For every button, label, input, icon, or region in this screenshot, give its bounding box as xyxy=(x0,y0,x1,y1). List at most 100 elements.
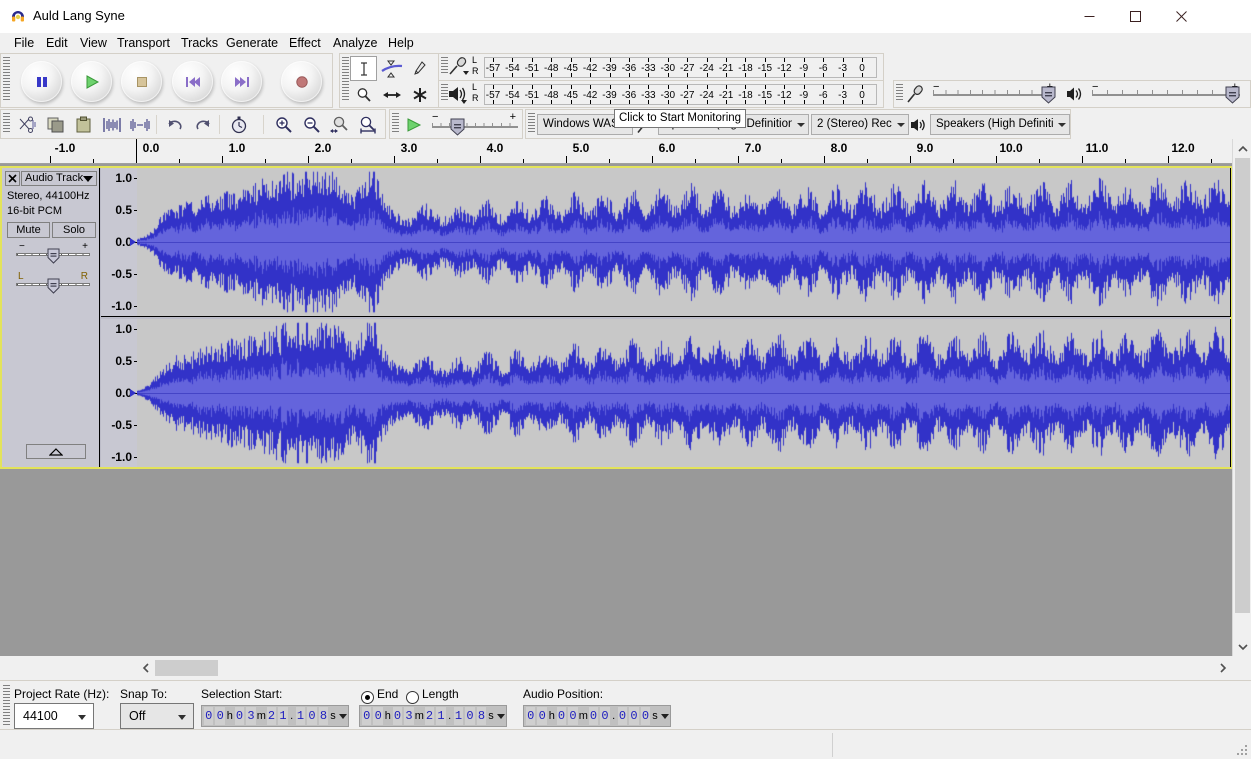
toolbar-grip[interactable] xyxy=(3,113,10,133)
time-digit[interactable]: 1 xyxy=(278,707,288,725)
scroll-down-button[interactable] xyxy=(1233,637,1251,656)
copy-button[interactable] xyxy=(43,113,68,136)
project-rate-combo[interactable]: 44100 xyxy=(14,703,94,729)
scroll-up-button[interactable] xyxy=(1233,139,1251,158)
toolbar-grip[interactable] xyxy=(528,113,535,133)
time-digit[interactable]: 0 xyxy=(465,707,475,725)
playback-volume-slider[interactable]: − + xyxy=(1090,81,1246,107)
selection-start-field[interactable]: 00h03m21.108s xyxy=(201,705,349,727)
undo-button[interactable] xyxy=(162,113,187,136)
menu-item-view[interactable]: View xyxy=(74,33,113,53)
time-digit[interactable]: 0 xyxy=(362,707,372,725)
time-digit[interactable]: 1 xyxy=(295,707,306,725)
record-meter-bar[interactable]: -57 -54 -51 -48 -45 -42 -39 -36 -33 -30 -27 -24 -21-… xyxy=(484,57,877,78)
time-digit[interactable]: 1 xyxy=(453,707,464,725)
horizontal-scrollbar-thumb[interactable] xyxy=(155,660,218,676)
maximize-button[interactable] xyxy=(1112,0,1158,33)
multi-tool[interactable] xyxy=(406,82,433,107)
solo-button[interactable]: Solo xyxy=(52,222,96,238)
recording-meter-toolbar[interactable]: L R -57 -54 -51 -48 -45 -42 -39 -36 -33 -30 -27 -24… xyxy=(438,53,884,81)
track-name-dropdown[interactable]: Audio Track xyxy=(21,171,97,186)
time-digit[interactable]: 8 xyxy=(476,707,487,725)
stop-button[interactable] xyxy=(121,61,162,102)
toolbar-grip[interactable] xyxy=(896,84,903,102)
vertical-scrollbar[interactable] xyxy=(1232,139,1251,656)
track-collapse-button[interactable] xyxy=(26,444,86,459)
close-button[interactable] xyxy=(1158,0,1204,33)
zoom-in-button[interactable] xyxy=(271,113,296,136)
recording-volume-slider[interactable]: − + xyxy=(931,81,1061,107)
time-digit[interactable]: 0 xyxy=(307,707,317,725)
envelope-tool[interactable] xyxy=(378,56,405,81)
zoom-tool[interactable] xyxy=(350,82,377,107)
time-digit[interactable]: 3 xyxy=(246,707,256,725)
toolbar-grip[interactable] xyxy=(3,57,10,102)
slider-thumb[interactable] xyxy=(450,118,465,136)
zoom-out-button[interactable] xyxy=(299,113,324,136)
time-digit[interactable]: 0 xyxy=(392,707,403,725)
time-digit[interactable]: 0 xyxy=(568,707,578,725)
time-digit[interactable]: 2 xyxy=(266,707,277,725)
fit-selection-button[interactable] xyxy=(327,113,352,136)
selection-tool[interactable] xyxy=(350,56,377,81)
time-digit[interactable]: 0 xyxy=(215,707,225,725)
mute-button[interactable]: Mute xyxy=(7,222,50,238)
scroll-right-button[interactable] xyxy=(1213,658,1232,678)
time-digit[interactable]: 0 xyxy=(537,707,547,725)
time-digit[interactable]: 0 xyxy=(629,707,639,725)
menu-item-tracks[interactable]: Tracks xyxy=(175,33,224,53)
play-at-speed-button[interactable] xyxy=(401,113,427,136)
menu-item-generate[interactable]: Generate xyxy=(220,33,284,53)
time-digit[interactable]: 1 xyxy=(436,707,446,725)
track-pan-slider[interactable]: L R xyxy=(16,271,90,294)
slider-thumb[interactable] xyxy=(47,278,60,294)
time-digit[interactable]: 0 xyxy=(556,707,567,725)
audio-track[interactable]: Audio Track Stereo, 44100Hz 16-bit PCM M… xyxy=(0,166,1232,469)
skip-to-end-button[interactable] xyxy=(221,61,262,102)
time-digit[interactable]: 2 xyxy=(424,707,435,725)
time-digit[interactable]: 0 xyxy=(204,707,214,725)
resize-grip-icon[interactable] xyxy=(1236,744,1248,756)
minimize-button[interactable] xyxy=(1066,0,1112,33)
recording-channels-combo[interactable]: 2 (Stereo) Recc xyxy=(811,114,909,135)
menu-item-effect[interactable]: Effect xyxy=(283,33,327,53)
selection-end-field[interactable]: 00h03m21.108s xyxy=(359,705,507,727)
horizontal-scrollbar[interactable] xyxy=(0,658,1232,678)
draw-tool[interactable] xyxy=(406,56,433,81)
vertical-scrollbar-thumb[interactable] xyxy=(1235,158,1250,613)
play-meter-bar[interactable]: -57 -54 -51 -48 -45 -42 -39 -36 -33 -30 -27 -24 -21-… xyxy=(484,84,877,105)
redo-button[interactable] xyxy=(190,113,215,136)
toolbar-grip[interactable] xyxy=(342,57,349,102)
snap-to-combo[interactable]: Off xyxy=(120,703,194,729)
time-digit[interactable]: 0 xyxy=(234,707,245,725)
track-close-button[interactable] xyxy=(5,171,20,186)
menu-item-transport[interactable]: Transport xyxy=(111,33,176,53)
record-button[interactable] xyxy=(281,61,322,102)
time-digit[interactable]: 0 xyxy=(617,707,628,725)
cut-button[interactable] xyxy=(15,113,40,136)
time-digit[interactable]: 0 xyxy=(526,707,536,725)
skip-to-start-button[interactable] xyxy=(172,61,213,102)
time-digit[interactable]: 3 xyxy=(404,707,414,725)
timeline-ruler[interactable]: -1.0 0.0 1.0 2.0 3.0 4.0 5.0 6.0 7.0 8.0 9.0 10.0 11… xyxy=(0,139,1232,164)
playback-speed-slider[interactable]: − + xyxy=(432,111,520,138)
playback-device-combo[interactable]: Speakers (High Definition xyxy=(930,114,1070,135)
chevron-down-icon[interactable] xyxy=(496,713,505,719)
timeshift-tool[interactable] xyxy=(378,82,405,107)
fit-project-button[interactable] xyxy=(355,113,380,136)
end-radio[interactable] xyxy=(361,691,374,704)
menu-item-help[interactable]: Help xyxy=(382,33,420,53)
trim-audio-button[interactable] xyxy=(99,113,124,136)
waveform-left-channel[interactable] xyxy=(137,168,1231,316)
silence-audio-button[interactable] xyxy=(127,113,152,136)
slider-thumb[interactable] xyxy=(47,248,60,264)
toolbar-grip[interactable] xyxy=(392,113,399,133)
chevron-down-icon[interactable] xyxy=(338,713,347,719)
slider-thumb[interactable] xyxy=(1041,86,1056,104)
slider-thumb[interactable] xyxy=(1225,86,1240,104)
menu-item-analyze[interactable]: Analyze xyxy=(327,33,383,53)
pause-button[interactable] xyxy=(21,61,62,102)
timer-record-button[interactable] xyxy=(226,113,251,136)
playback-meter-toolbar[interactable]: L R -57 -54 -51 -48 -45 -42 -39 -36 -33 -30 -27 -24… xyxy=(438,80,884,108)
menu-item-edit[interactable]: Edit xyxy=(40,33,74,53)
